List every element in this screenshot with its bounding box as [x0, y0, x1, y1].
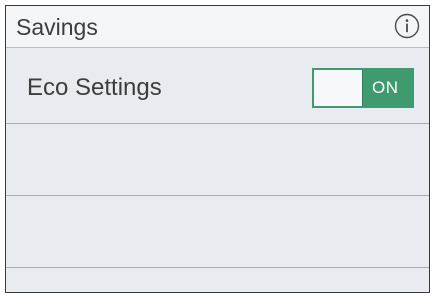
screen-header: Savings: [6, 6, 429, 48]
settings-row-empty-1: [6, 124, 429, 196]
toggle-knob: [314, 70, 363, 106]
eco-settings-label: Eco Settings: [27, 74, 162, 101]
settings-row-empty-3: [6, 268, 429, 292]
settings-row-empty-2: [6, 196, 429, 268]
toggle-state-label: ON: [372, 78, 399, 97]
info-icon[interactable]: [394, 13, 420, 39]
settings-row-eco: Eco Settings ON: [6, 54, 429, 124]
eco-settings-toggle[interactable]: ON: [312, 68, 414, 108]
page-title: Savings: [16, 14, 98, 40]
savings-screen: Savings Eco Settings ON: [5, 5, 430, 293]
